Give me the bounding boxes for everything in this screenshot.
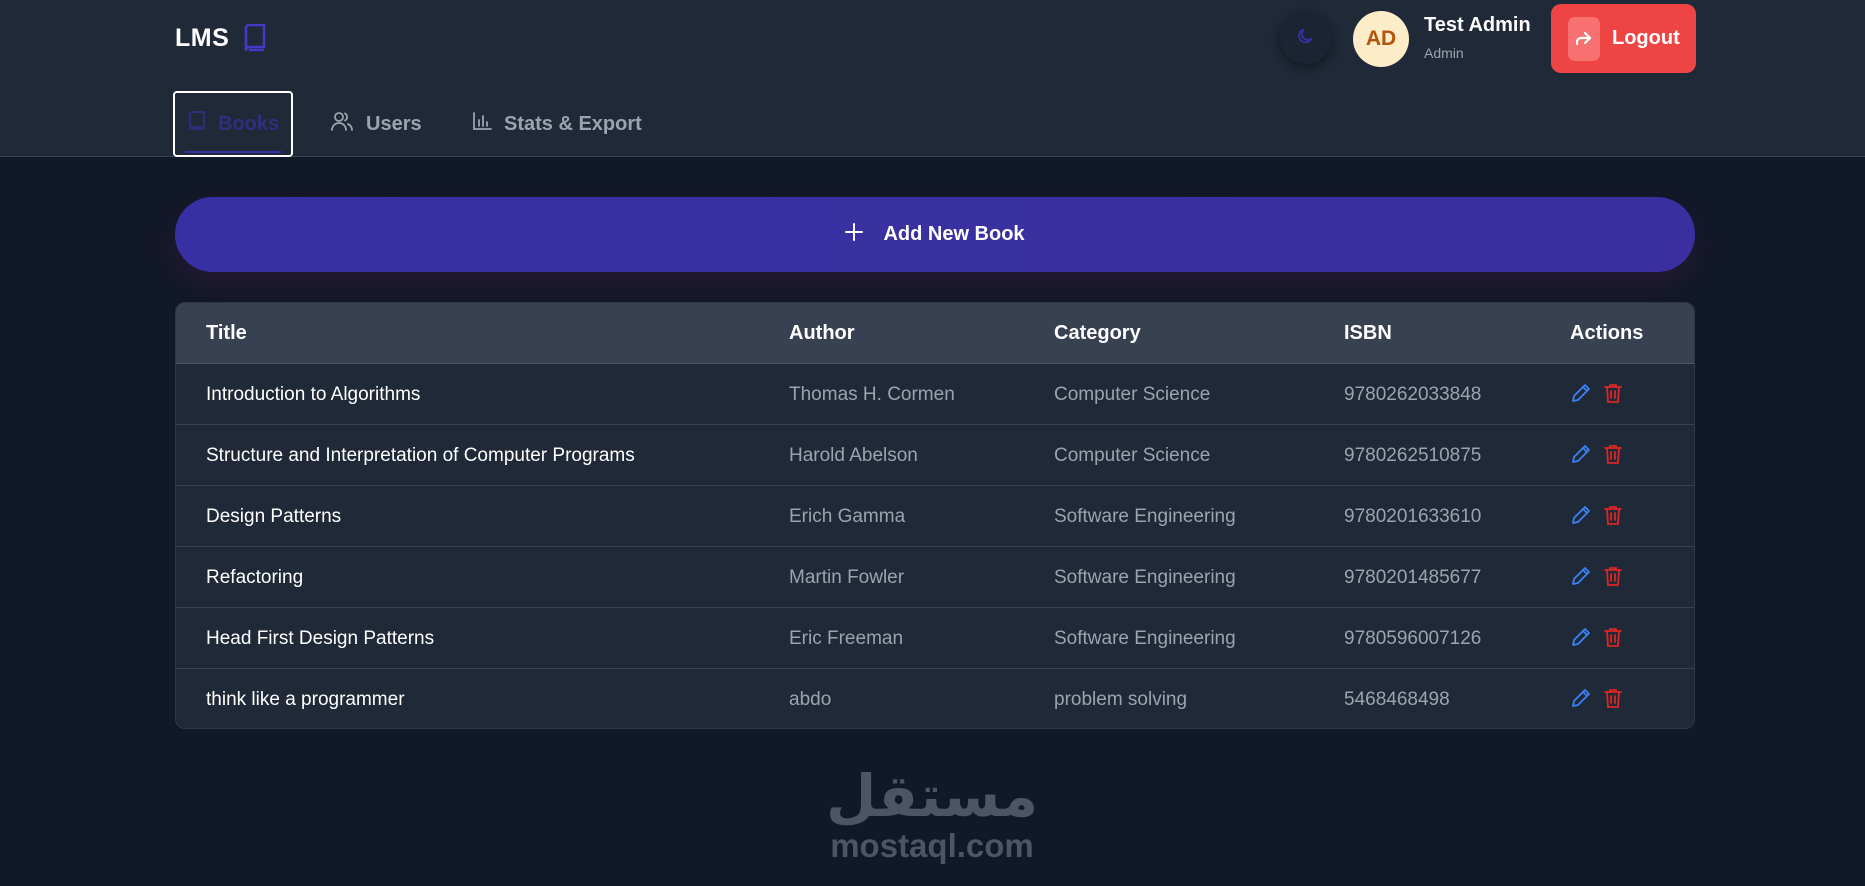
cell-isbn: 9780201633610	[1344, 506, 1482, 527]
table-row: Design Patterns Erich Gamma Software Eng…	[176, 486, 1694, 547]
edit-pencil-icon[interactable]	[1570, 564, 1592, 588]
users-icon	[330, 111, 354, 137]
brand[interactable]: LMS	[175, 22, 269, 54]
edit-pencil-icon[interactable]	[1570, 503, 1592, 527]
row-actions	[1570, 500, 1624, 530]
cell-category: problem solving	[1054, 689, 1188, 710]
delete-trash-icon[interactable]	[1602, 564, 1624, 588]
theme-toggle-button[interactable]	[1280, 12, 1332, 64]
table-row: Structure and Interpretation of Computer…	[176, 425, 1694, 486]
cell-title: Introduction to Algorithms	[206, 384, 421, 405]
cell-isbn: 9780262510875	[1344, 445, 1482, 466]
cell-author: Eric Freeman	[789, 628, 904, 649]
edit-pencil-icon[interactable]	[1570, 381, 1592, 405]
edit-pencil-icon[interactable]	[1570, 625, 1592, 649]
cell-category: Software Engineering	[1054, 506, 1236, 527]
avatar: AD	[1353, 11, 1409, 67]
column-header-category: Category	[1054, 322, 1141, 344]
tab-stats-label: Stats & Export	[504, 112, 642, 135]
cell-isbn: 9780262033848	[1344, 384, 1482, 405]
row-actions	[1570, 561, 1624, 591]
delete-trash-icon[interactable]	[1602, 503, 1624, 527]
column-header-actions: Actions	[1570, 322, 1644, 344]
delete-trash-icon[interactable]	[1602, 686, 1624, 710]
cell-category: Software Engineering	[1054, 567, 1236, 588]
moon-icon	[1297, 27, 1315, 50]
column-header-author: Author	[789, 322, 855, 344]
delete-trash-icon[interactable]	[1602, 625, 1624, 649]
column-header-isbn: ISBN	[1344, 322, 1392, 344]
top-header: LMS AD Test Admin Admin Logout Books Use…	[0, 0, 1865, 157]
tab-stats-export[interactable]: Stats & Export	[472, 91, 642, 157]
watermark-arabic: مستقل	[825, 762, 1039, 830]
user-role: Admin	[1424, 45, 1464, 61]
user-name: Test Admin	[1424, 14, 1531, 36]
cell-isbn: 5468468498	[1344, 689, 1450, 710]
logout-label: Logout	[1612, 27, 1680, 49]
cell-author: Harold Abelson	[789, 445, 918, 466]
add-new-book-button[interactable]: Add New Book	[175, 197, 1695, 272]
cell-title: think like a programmer	[206, 689, 405, 710]
bar-chart-icon	[472, 111, 492, 137]
delete-trash-icon[interactable]	[1602, 381, 1624, 405]
row-actions	[1570, 683, 1624, 713]
cell-isbn: 9780596007126	[1344, 628, 1482, 649]
column-header-title: Title	[206, 322, 247, 344]
table-row: think like a programmer abdo problem sol…	[176, 669, 1694, 728]
cell-title: Head First Design Patterns	[206, 628, 435, 649]
brand-name: LMS	[175, 23, 230, 52]
cell-author: abdo	[789, 689, 832, 710]
edit-pencil-icon[interactable]	[1570, 442, 1592, 466]
tab-books-label: Books	[218, 112, 280, 135]
cell-author: Thomas H. Cormen	[789, 384, 955, 405]
cell-title: Structure and Interpretation of Computer…	[206, 445, 635, 466]
cell-category: Software Engineering	[1054, 628, 1236, 649]
plus-icon	[845, 222, 864, 247]
cell-title: Design Patterns	[206, 506, 342, 527]
mostaql-watermark: مستقل mostaql.com	[818, 760, 1046, 864]
logout-arrow-icon	[1568, 16, 1600, 61]
book-icon	[243, 23, 269, 53]
cell-title: Refactoring	[206, 567, 304, 588]
book-icon	[188, 111, 206, 137]
cell-author: Martin Fowler	[789, 567, 905, 588]
books-table: Title Author Category ISBN Actions Intro…	[175, 302, 1695, 729]
add-new-book-label: Add New Book	[883, 223, 1025, 245]
table-row: Refactoring Martin Fowler Software Engin…	[176, 547, 1694, 608]
cell-category: Computer Science	[1054, 384, 1211, 405]
row-actions	[1570, 622, 1624, 652]
table-row: Head First Design Patterns Eric Freeman …	[176, 608, 1694, 669]
logout-button[interactable]: Logout	[1551, 4, 1696, 73]
table-header: Title Author Category ISBN Actions	[176, 303, 1694, 364]
row-actions	[1570, 439, 1624, 469]
tab-users[interactable]: Users	[330, 91, 422, 157]
row-actions	[1570, 378, 1624, 408]
cell-author: Erich Gamma	[789, 506, 906, 527]
watermark-latin: mostaql.com	[830, 827, 1034, 864]
cell-isbn: 9780201485677	[1344, 567, 1482, 588]
table-row: Introduction to Algorithms Thomas H. Cor…	[176, 364, 1694, 425]
tab-books[interactable]: Books	[173, 91, 293, 157]
cell-category: Computer Science	[1054, 445, 1211, 466]
edit-pencil-icon[interactable]	[1570, 686, 1592, 710]
delete-trash-icon[interactable]	[1602, 442, 1624, 466]
tab-users-label: Users	[366, 112, 422, 135]
